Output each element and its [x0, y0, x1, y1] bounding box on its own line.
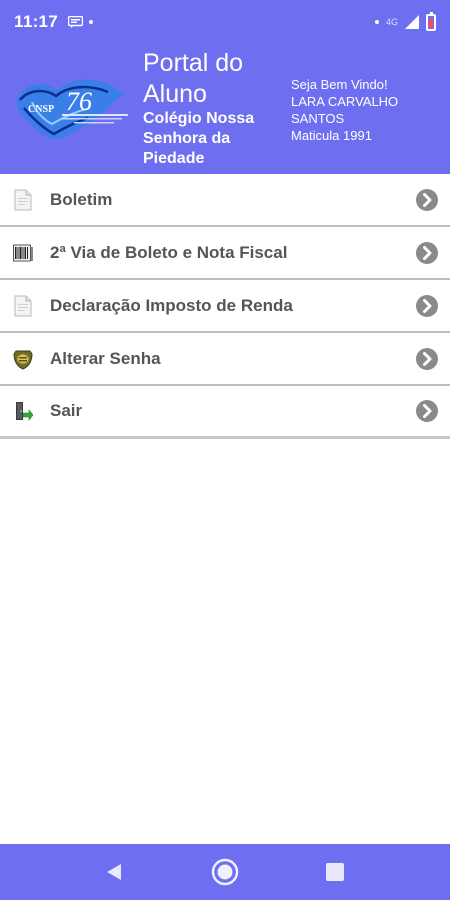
battery-icon [426, 11, 436, 31]
status-dot-icon [374, 20, 379, 24]
menu-item-label: 2ª Via de Boleto e Nota Fiscal [50, 242, 288, 262]
back-icon[interactable] [100, 858, 128, 886]
chevron-right-icon [416, 188, 438, 211]
enrollment-number: Maticula 1991 [291, 128, 372, 143]
status-right: 4G [374, 11, 436, 31]
menu-item-alterar-senha[interactable]: Alterar Senha [0, 333, 450, 386]
chevron-right-icon [416, 400, 438, 422]
message-notification-icon [68, 16, 84, 28]
status-notifications [68, 16, 94, 28]
welcome-block: Seja Bem Vindo! LARA CARVALHO SANTOS Mat… [291, 76, 441, 144]
main-menu: Boletim 2ª Via de Boleto e Nota Fiscal D… [0, 174, 450, 439]
exit-icon [12, 400, 34, 422]
portal-title: Portal do Aluno [143, 49, 244, 108]
chevron-right-icon [416, 347, 438, 370]
menu-item-label: Boletim [50, 189, 113, 209]
menu-item-boleto-nota-fiscal[interactable]: 2ª Via de Boleto e Nota Fiscal [0, 227, 450, 280]
menu-item-label: Sair [50, 401, 83, 420]
menu-item-sair[interactable]: Sair [0, 386, 450, 439]
document-icon [12, 189, 34, 211]
notification-dot-icon [89, 20, 94, 24]
menu-item-boletim[interactable]: Boletim [0, 174, 450, 227]
welcome-text: Seja Bem Vindo! [291, 77, 388, 92]
app-header: CNSP 76 Portal do Aluno Colégio Nossa Se… [0, 44, 450, 174]
student-name: LARA CARVALHO SANTOS [291, 94, 399, 126]
signal-icon [405, 15, 419, 29]
svg-text:76: 76 [66, 87, 92, 116]
school-logo-icon: CNSP 76 [16, 79, 128, 140]
status-bar: 11:17 4G [0, 0, 450, 44]
home-icon[interactable] [211, 858, 239, 886]
network-type: 4G [385, 17, 398, 27]
barcode-icon [12, 242, 34, 264]
school-name: Colégio Nossa Senhora da Piedade [143, 110, 255, 167]
badge-icon [12, 348, 34, 370]
chevron-right-icon [416, 294, 438, 317]
menu-item-label: Alterar Senha [50, 348, 161, 368]
recents-icon[interactable] [321, 858, 349, 886]
chevron-right-icon [416, 241, 438, 264]
document-icon [12, 295, 34, 317]
svg-text:CNSP: CNSP [28, 104, 54, 115]
menu-item-label: Declaração Imposto de Renda [50, 295, 293, 315]
status-time: 11:17 [14, 12, 59, 31]
menu-item-declaracao-ir[interactable]: Declaração Imposto de Renda [0, 280, 450, 333]
system-nav-bar [0, 844, 450, 900]
